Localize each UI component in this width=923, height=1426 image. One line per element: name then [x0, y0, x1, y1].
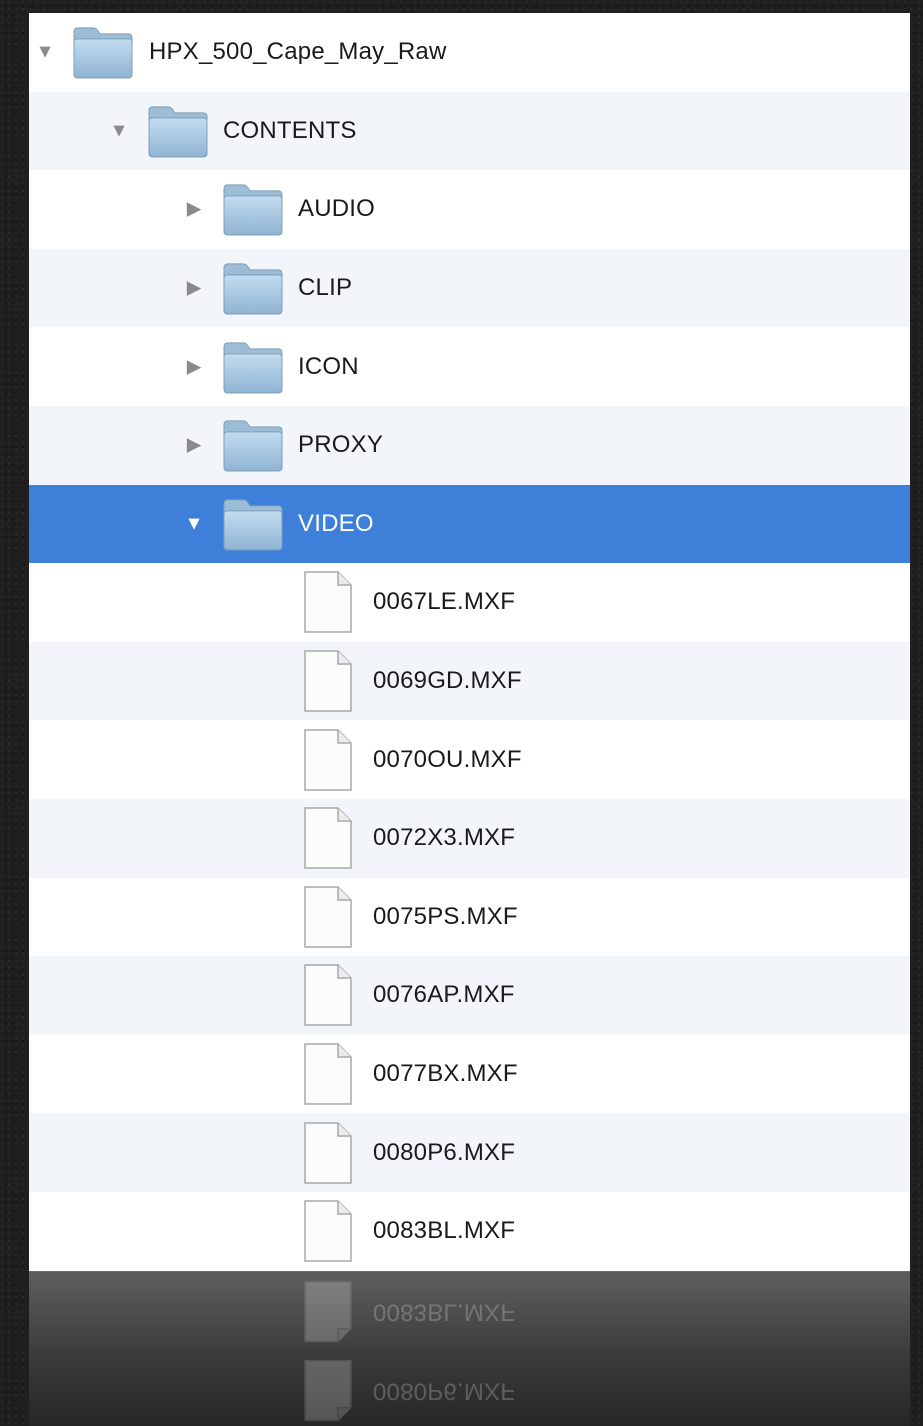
disclosure-triangle-right-icon[interactable]: ▶: [183, 279, 205, 298]
folder-icon: [223, 184, 283, 236]
tree-row-label: 0076AP.MXF: [373, 981, 515, 1009]
tree-row-label: VIDEO: [298, 509, 374, 537]
file-icon: [304, 650, 352, 712]
tree-row-label: 0075PS.MXF: [373, 902, 518, 930]
tree-row-label: 0080P6.MXF: [373, 1138, 516, 1166]
tree-row-file[interactable]: 0070OU.MXF: [29, 720, 910, 799]
disclosure-triangle-down-icon[interactable]: ▼: [34, 43, 56, 62]
folder-icon: [148, 106, 208, 158]
reflected-row: 0083BL.MXF: [29, 1272, 910, 1351]
tree-row-contents[interactable]: ▼ CONTENTS: [29, 91, 910, 171]
tree-row-file[interactable]: 0083BL.MXF: [29, 1191, 910, 1271]
file-icon: [304, 571, 352, 634]
file-icon: [304, 964, 352, 1027]
file-icon: [304, 1121, 352, 1184]
tree-row-file[interactable]: 0067LE.MXF: [29, 563, 910, 642]
finder-list-view: ▼ HPX_500_Cape_May_Raw ▼ CONTENTS ▶ AUDI…: [29, 13, 910, 1271]
folder-icon: [223, 263, 283, 315]
file-icon: [304, 1043, 352, 1105]
file-icon: [304, 807, 352, 869]
tree-row-label: AUDIO: [298, 195, 376, 223]
tree-row-video[interactable]: ▼ VIDEO: [29, 484, 910, 564]
disclosure-triangle-down-icon[interactable]: ▼: [108, 121, 130, 140]
file-icon: [304, 728, 352, 791]
tree-row-label: 0077BX.MXF: [373, 1060, 518, 1088]
tree-row-hpx-500-cape-may-raw[interactable]: ▼ HPX_500_Cape_May_Raw: [29, 13, 910, 92]
tree-row-label: CLIP: [298, 274, 353, 302]
tree-row-label: 0083BL.MXF: [373, 1217, 516, 1245]
tree-row-file[interactable]: 0077BX.MXF: [29, 1034, 910, 1114]
mirror-reflection: 0083BL.MXF 0080P6.MXF: [29, 1271, 910, 1426]
tree-row-label: ICON: [298, 352, 359, 380]
tree-row-file[interactable]: 0076AP.MXF: [29, 956, 910, 1035]
tree-row-icon[interactable]: ▶ ICON: [29, 327, 910, 406]
disclosure-triangle-right-icon[interactable]: ▶: [183, 200, 205, 219]
tree-row-file[interactable]: 0080P6.MXF: [29, 1113, 910, 1192]
reflection-rows: 0083BL.MXF 0080P6.MXF: [29, 1272, 910, 1426]
reflected-row: 0080P6.MXF: [29, 1351, 910, 1426]
file-icon: [304, 1200, 352, 1262]
folder-icon: [223, 420, 283, 472]
file-icon: [304, 1359, 352, 1421]
disclosure-triangle-right-icon[interactable]: ▶: [183, 357, 205, 376]
folder-icon: [223, 342, 283, 394]
tree-row-label: 0070OU.MXF: [373, 745, 522, 773]
disclosure-triangle-down-icon[interactable]: ▼: [183, 514, 205, 533]
tree-row-label: PROXY: [298, 431, 384, 459]
tree-row-label: 0072X3.MXF: [373, 824, 516, 852]
tree-row-label: 0067LE.MXF: [373, 588, 516, 616]
reflected-row-label: 0083BL.MXF: [373, 1298, 516, 1326]
tree-row-audio[interactable]: ▶ AUDIO: [29, 170, 910, 249]
tree-row-file[interactable]: 0075PS.MXF: [29, 877, 910, 957]
folder-icon: [73, 27, 133, 79]
reflected-row-label: 0080P6.MXF: [373, 1376, 516, 1404]
tree-row-clip[interactable]: ▶ CLIP: [29, 248, 910, 328]
file-icon: [304, 1280, 352, 1343]
tree-row-file[interactable]: 0069GD.MXF: [29, 641, 910, 721]
disclosure-triangle-right-icon[interactable]: ▶: [183, 436, 205, 455]
tree-row-file[interactable]: 0072X3.MXF: [29, 798, 910, 878]
tree-row-proxy[interactable]: ▶ PROXY: [29, 405, 910, 485]
tree-row-label: 0069GD.MXF: [373, 667, 522, 695]
tree-row-label: HPX_500_Cape_May_Raw: [149, 38, 447, 66]
file-icon: [304, 886, 352, 948]
tree-row-label: CONTENTS: [223, 116, 357, 144]
folder-icon: [223, 499, 283, 551]
